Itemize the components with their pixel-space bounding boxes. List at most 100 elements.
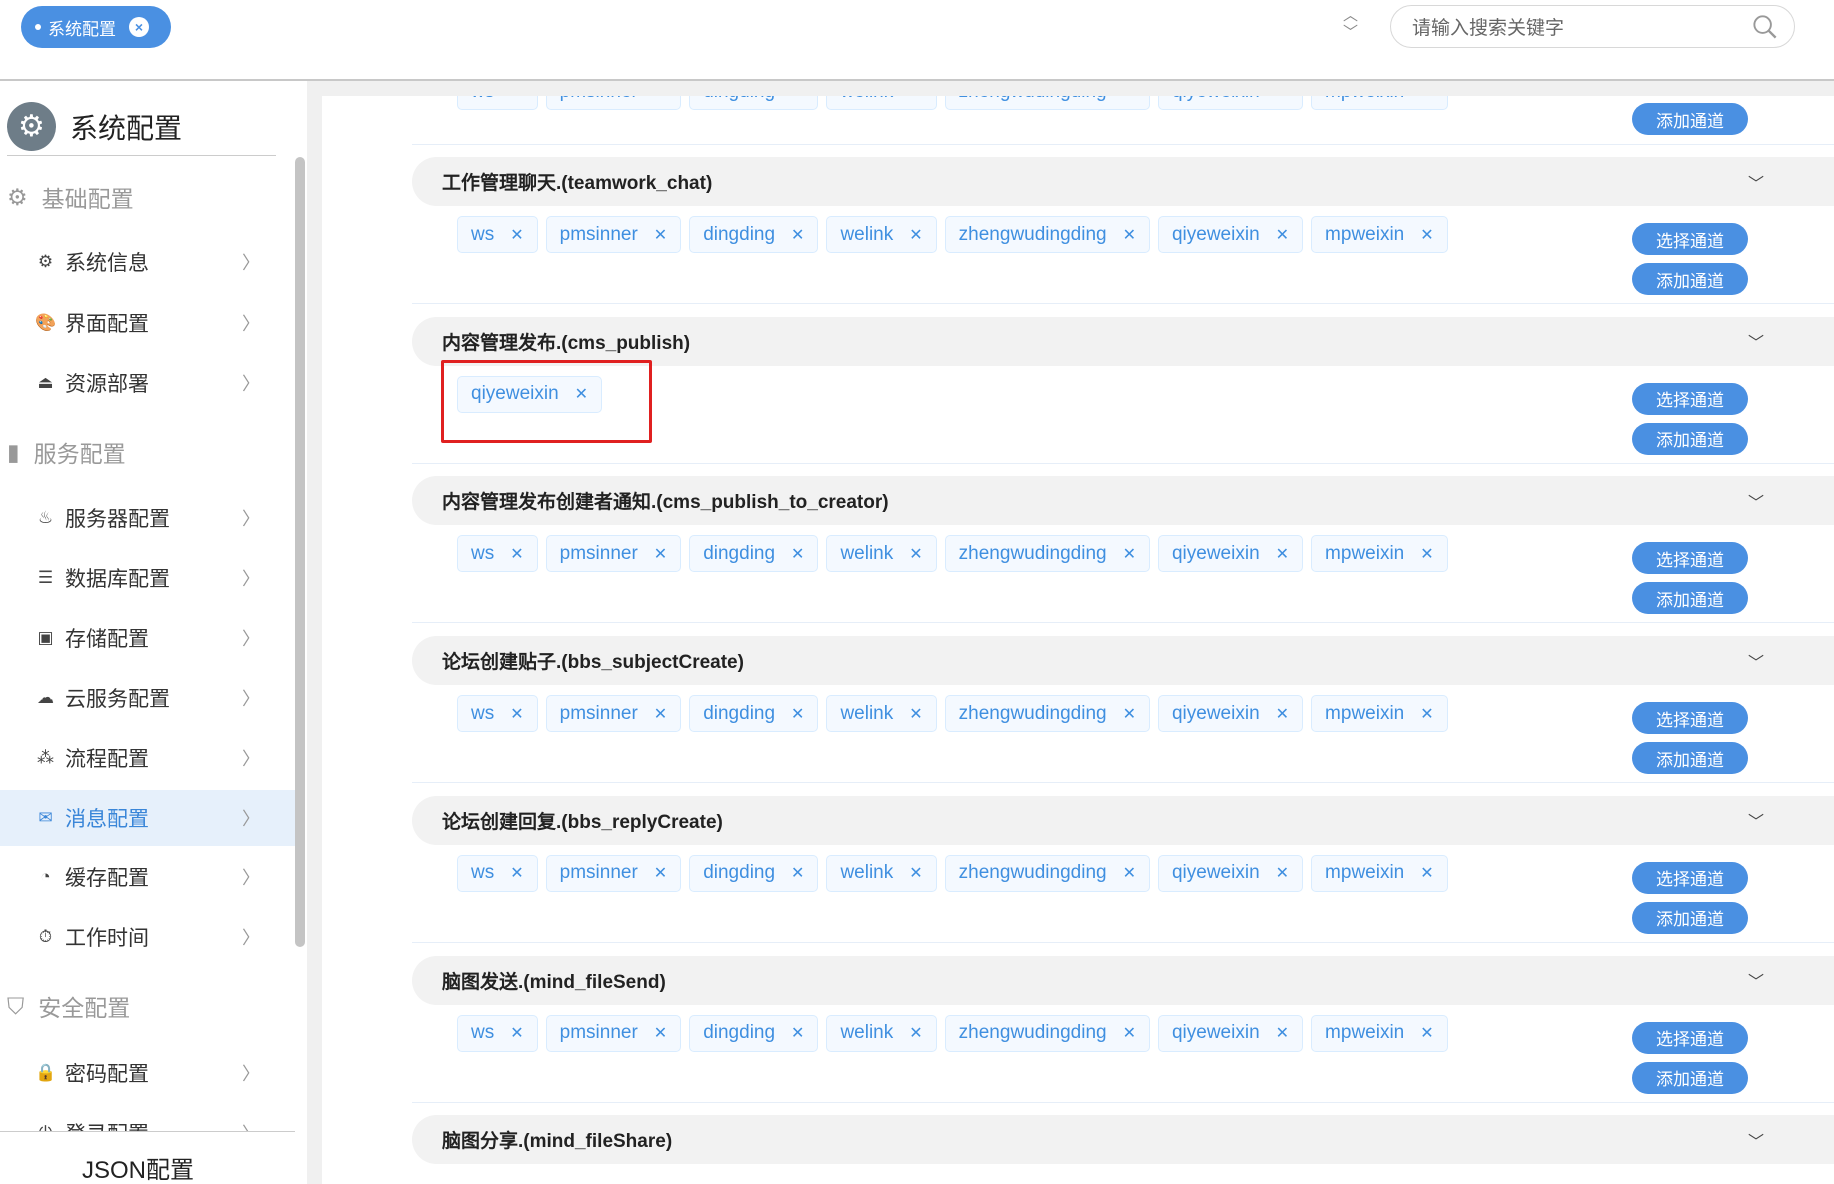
section-header[interactable]: 工作管理聊天.(teamwork_chat) ﹀	[412, 157, 1834, 206]
remove-tag-icon[interactable]: ✕	[654, 704, 667, 724]
select-channel-button[interactable]: 选择通道	[1632, 861, 1748, 894]
section-header[interactable]: 论坛创建回复.(bbs_replyCreate) ﹀	[412, 795, 1834, 845]
chevron-down-icon[interactable]: ﹀	[1748, 808, 1764, 832]
sidebar-item[interactable]: ▣ 存储配置 〉	[0, 610, 295, 666]
remove-tag-icon[interactable]: ✕	[909, 863, 922, 883]
remove-tag-icon[interactable]: ✕	[510, 225, 523, 245]
remove-tag-icon[interactable]: ✕	[1420, 1023, 1433, 1043]
remove-tag-icon[interactable]: ✕	[1276, 225, 1289, 245]
remove-tag-icon[interactable]: ✕	[1276, 863, 1289, 883]
select-channel-button[interactable]: 选择通道	[1632, 1021, 1748, 1054]
add-channel-button[interactable]: 添加通道	[1632, 582, 1748, 615]
section-header[interactable]: 内容管理发布创建者通知.(cms_publish_to_creator) ﹀	[412, 476, 1834, 526]
json-config-link[interactable]: JSON配置	[82, 1158, 194, 1184]
remove-tag-icon[interactable]: ✕	[1276, 544, 1289, 564]
scroll-toggle[interactable]: ︿ ﹀	[1343, 7, 1358, 41]
select-channel-button[interactable]: 选择通道	[1632, 382, 1748, 415]
channel-tag-label: ws	[471, 702, 495, 724]
channel-tag: qiyeweixin ✕	[1157, 854, 1304, 892]
section-header[interactable]: 论坛创建贴子.(bbs_subjectCreate) ﹀	[412, 636, 1834, 686]
sidebar-item[interactable]: ◔ 缓存配置 〉	[0, 849, 295, 905]
sidebar-item[interactable]: 🔒 密码配置 〉	[0, 1045, 295, 1101]
channel-tags: ws✕pmsinner✕dingding✕welink✕zhengwudingd…	[457, 854, 1448, 892]
chevron-down-icon[interactable]: ﹀	[1343, 24, 1358, 41]
section-title: 脑图分享.(mind_fileShare)	[442, 1131, 673, 1153]
sidebar-item-label: 服务器配置	[65, 508, 170, 531]
remove-tag-icon[interactable]: ✕	[1420, 225, 1433, 245]
remove-tag-icon[interactable]: ✕	[1123, 704, 1136, 724]
chevron-down-icon[interactable]: ﹀	[1748, 329, 1764, 353]
sidebar-scrollbar[interactable]	[295, 157, 305, 947]
remove-tag-icon[interactable]: ✕	[791, 863, 804, 883]
select-channel-button[interactable]: 选择通道	[1632, 542, 1748, 575]
chevron-down-icon[interactable]: ﹀	[1748, 968, 1764, 992]
remove-tag-icon[interactable]: ✕	[1123, 1023, 1136, 1043]
chevron-down-icon[interactable]: ﹀	[1748, 489, 1764, 513]
search-input[interactable]: 请输入搜索关键字	[1390, 5, 1795, 48]
remove-tag-icon[interactable]: ✕	[510, 1023, 523, 1043]
sidebar-item[interactable]: ☰ 数据库配置 〉	[0, 550, 295, 606]
tab-system-config[interactable]: 系统配置 ×	[21, 6, 171, 48]
channel-tag: pmsinner ✕	[545, 216, 682, 253]
remove-tag-icon[interactable]: ✕	[654, 863, 667, 883]
add-channel-button[interactable]: 添加通道	[1632, 901, 1748, 934]
sidebar-item-label: 工作时间	[65, 927, 149, 950]
chevron-down-icon[interactable]: ﹀	[1748, 170, 1764, 194]
select-channel-button[interactable]: 选择通道	[1632, 702, 1748, 735]
remove-tag-icon[interactable]: ✕	[1276, 704, 1289, 724]
chevron-up-icon[interactable]: ︿	[1343, 7, 1358, 24]
section-header[interactable]: 脑图分享.(mind_fileShare) ﹀	[412, 1115, 1834, 1165]
add-channel-button[interactable]: 添加通道	[1632, 263, 1748, 295]
channel-tag: dingding ✕	[689, 1014, 819, 1052]
remove-tag-icon[interactable]: ✕	[654, 225, 667, 245]
sidebar-group-label: 安全配置	[38, 995, 131, 1021]
remove-tag-icon[interactable]: ✕	[1276, 1023, 1289, 1043]
remove-tag-icon[interactable]: ✕	[510, 704, 523, 724]
section-header[interactable]: 脑图发送.(mind_fileSend) ﹀	[412, 955, 1834, 1005]
remove-tag-icon[interactable]: ✕	[1123, 225, 1136, 245]
sidebar-item[interactable]: ⏏ 资源部署 〉	[0, 355, 295, 411]
select-channel-button[interactable]: 选择通道	[1632, 223, 1748, 255]
channel-tag: pmsinner ✕	[545, 695, 682, 733]
add-channel-button[interactable]: 添加通道	[1632, 422, 1748, 455]
add-channel-button[interactable]: 添加通道	[1632, 103, 1748, 135]
sidebar-item[interactable]: ⚙ 系统信息 〉	[0, 234, 295, 290]
chevron-down-icon[interactable]: ﹀	[1748, 649, 1764, 673]
chevron-down-icon[interactable]: ﹀	[1748, 1128, 1764, 1152]
channel-tag: qiyeweixin ✕	[1157, 1014, 1304, 1052]
section-header[interactable]: 内容管理发布.(cms_publish) ﹀	[412, 316, 1834, 366]
remove-tag-icon[interactable]: ✕	[1420, 863, 1433, 883]
remove-tag-icon[interactable]: ✕	[510, 544, 523, 564]
add-channel-button[interactable]: 添加通道	[1632, 742, 1748, 775]
sidebar-item[interactable]: ☁ 云服务配置 〉	[0, 670, 295, 726]
remove-tag-icon[interactable]: ✕	[909, 225, 922, 245]
add-channel-button[interactable]: 添加通道	[1632, 1061, 1748, 1094]
remove-tag-icon[interactable]: ✕	[654, 1023, 667, 1043]
remove-tag-icon[interactable]: ✕	[1420, 544, 1433, 564]
remove-tag-icon[interactable]: ✕	[791, 704, 804, 724]
remove-tag-icon[interactable]: ✕	[909, 1023, 922, 1043]
remove-tag-icon[interactable]: ✕	[654, 544, 667, 564]
pie-icon: ◔	[40, 867, 51, 886]
sidebar-item[interactable]: 🎨 界面配置 〉	[0, 295, 295, 351]
close-tab-icon[interactable]: ×	[129, 17, 149, 37]
remove-tag-icon[interactable]: ✕	[1123, 863, 1136, 883]
remove-tag-icon[interactable]: ✕	[1420, 704, 1433, 724]
sidebar-item[interactable]: ✉ 消息配置 〉	[0, 790, 295, 846]
search-icon[interactable]	[1752, 14, 1778, 40]
remove-tag-icon[interactable]: ✕	[791, 225, 804, 245]
remove-tag-icon[interactable]: ✕	[510, 863, 523, 883]
channel-tag: ws ✕	[457, 695, 538, 733]
remove-tag-icon[interactable]: ✕	[1123, 544, 1136, 564]
sidebar-item[interactable]: ⁂ 流程配置 〉	[0, 730, 295, 786]
remove-tag-icon[interactable]: ✕	[909, 544, 922, 564]
channel-tag: mpweixin ✕	[1311, 216, 1448, 253]
remove-tag-icon[interactable]: ✕	[791, 1023, 804, 1043]
sidebar-item[interactable]: ⏱ 工作时间 〉	[0, 909, 295, 965]
chevron-right-icon: 〉	[242, 868, 260, 888]
remove-tag-icon[interactable]: ✕	[909, 704, 922, 724]
section-divider	[412, 462, 1834, 464]
sidebar-item[interactable]: ♨ 服务器配置 〉	[0, 490, 295, 546]
remove-tag-icon[interactable]: ✕	[791, 544, 804, 564]
content-top-gap	[307, 81, 1834, 96]
